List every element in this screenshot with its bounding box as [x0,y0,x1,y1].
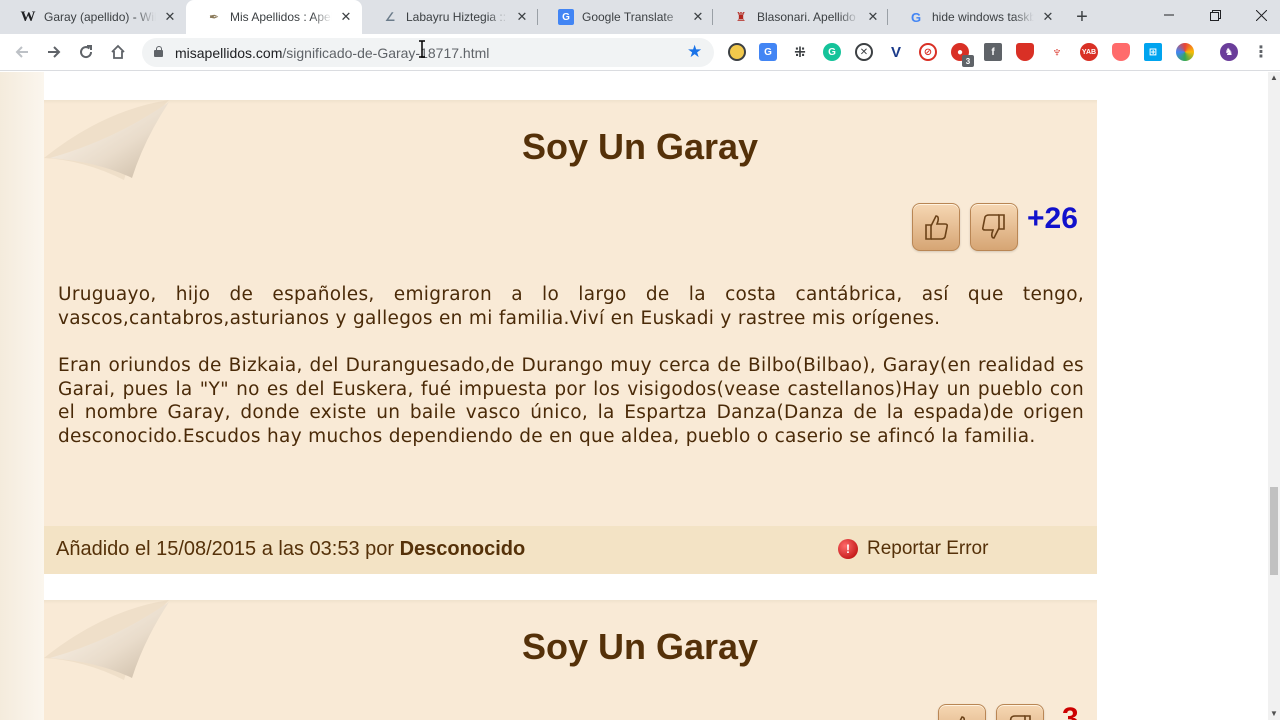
translate-extension-icon[interactable]: G [759,43,777,61]
page-left-background [0,72,44,720]
tab-title: hide windows taskbar [932,10,1034,24]
pin-extension-icon[interactable]: ♆ [1048,43,1066,61]
minimize-icon [1164,14,1174,16]
tab-wikipedia[interactable]: W Garay (apellido) - Wikipedia ✕ [0,0,186,34]
close-icon[interactable]: ✕ [865,9,881,25]
restore-icon [1209,9,1221,21]
report-error-link[interactable]: ! Reportar Error [838,538,988,560]
vote-score: 3 [1062,702,1079,720]
vertical-scrollbar[interactable] [1268,72,1280,720]
dislike-button[interactable] [996,704,1044,720]
comment-title: Soy Un Garay [521,126,759,167]
block-extension-icon[interactable]: ⊘ [919,43,937,61]
color-extension-icon[interactable] [1176,43,1194,61]
card-top-edge [44,100,1097,104]
tab-title: Labayru Hiztegia :: Bilatu [406,10,508,24]
extension-badge: 3 [962,55,974,67]
new-tab-button[interactable]: + [1072,7,1092,27]
scroll-down-arrow-icon[interactable]: ▼ [1268,708,1280,720]
quill-icon: ∠ [384,10,396,24]
close-icon[interactable]: ✕ [1040,9,1056,25]
thumbs-up-icon [959,716,966,720]
browser-toolbar: misapellidos.com/significado-de-Garay-18… [0,34,1280,71]
grammarly-icon[interactable]: G [823,43,841,61]
url-text[interactable]: misapellidos.com/significado-de-Garay-18… [175,45,489,61]
brave-shield-icon[interactable] [1112,43,1130,61]
back-arrow-icon [15,46,28,58]
thumbs-up-icon [925,215,949,240]
thumbs-down-icon [981,214,1005,239]
feather-icon: ✒ [208,10,220,24]
tab-labayru[interactable]: ∠ Labayru Hiztegia :: Bilatu ✕ [362,0,538,34]
tab-misapellidos[interactable]: ✒ Mis Apellidos : Apellidos ✕ [186,0,362,34]
windows-extension-icon[interactable]: ⊞ [1144,43,1162,61]
page-viewport: Soy Un Garay +26 Uruguayo, hijo de españ… [0,72,1268,720]
dislike-button[interactable] [970,203,1018,251]
url-path: /significado-de-Garay-18717.html [282,45,490,61]
profile-avatar-icon[interactable]: ♞ [1220,43,1238,61]
facebook-extension-icon[interactable]: f [984,43,1002,61]
google-translate-icon: G [558,9,574,25]
restore-button[interactable] [1192,0,1238,30]
google-icon: G [910,9,922,25]
card-top-edge [44,600,1097,604]
back-button[interactable] [10,40,34,64]
forward-button[interactable] [42,40,66,64]
comment-title: Soy Un Garay [521,626,759,667]
yab-extension-icon[interactable]: YAB [1080,43,1098,61]
comment-paragraph: Eran oriundos de Bizkaia, del Duranguesa… [58,355,1084,447]
lock-icon[interactable] [154,46,163,57]
comment-paragraph: Uruguayo, hijo de españoles, emigraron a… [58,284,1084,329]
home-button[interactable] [106,40,130,64]
thumbs-down-icon [1009,715,1031,720]
wikipedia-icon: W [20,8,36,25]
tab-title: Blasonari. Apellido Garay [757,10,859,24]
reload-icon [80,45,93,59]
comment-card [44,100,1097,574]
close-window-button[interactable] [1238,0,1280,30]
close-icon[interactable]: ✕ [514,9,530,25]
like-button[interactable] [938,704,986,720]
close-window-icon [1255,9,1267,21]
like-button[interactable] [912,203,960,251]
tab-strip: W Garay (apellido) - Wikipedia ✕ ✒ Mis A… [0,0,1280,34]
reload-button[interactable] [74,40,98,64]
close-icon[interactable]: ✕ [338,9,354,25]
text-cursor-icon [419,40,425,58]
shield-extension-icon[interactable] [1016,43,1034,61]
grid-extension-icon[interactable]: ⁜ [791,43,809,61]
vote-score: +26 [1027,202,1078,235]
tab-google-translate[interactable]: G Google Translate ✕ [538,0,714,34]
cancel-extension-icon[interactable]: ✕ [855,43,873,61]
url-host: misapellidos.com [175,45,283,61]
added-info: Añadido el 15/08/2015 a las 03:53 por De… [56,538,525,561]
author-name[interactable]: Desconocido [400,538,526,560]
scroll-up-arrow-icon[interactable]: ▲ [1268,72,1280,84]
address-bar[interactable]: misapellidos.com/significado-de-Garay-18… [142,38,714,67]
scrollbar-thumb[interactable] [1270,487,1278,575]
tab-title: Garay (apellido) - Wikipedia [44,10,156,24]
extension-coin-icon[interactable] [728,43,746,61]
alert-icon: ! [838,539,858,559]
tab-title: Mis Apellidos : Apellidos [230,10,332,24]
tab-google-search[interactable]: G hide windows taskbar ✕ [888,0,1064,34]
vimeo-extension-icon[interactable]: V [887,43,905,61]
close-icon[interactable]: ✕ [162,9,178,25]
bookmark-star-icon[interactable]: ★ [687,42,702,62]
home-icon [111,44,125,59]
tab-title: Google Translate [582,10,674,24]
heraldry-icon: ♜ [735,10,747,24]
close-icon[interactable]: ✕ [690,9,706,25]
report-error-label: Reportar Error [867,538,989,559]
tab-blasonari[interactable]: ♜ Blasonari. Apellido Garay ✕ [713,0,889,34]
forward-arrow-icon [48,46,61,58]
added-date-text: Añadido el 15/08/2015 a las 03:53 por [56,538,400,560]
menu-kebab-icon[interactable]: ⋮ [1252,43,1270,61]
minimize-button[interactable] [1146,0,1192,30]
